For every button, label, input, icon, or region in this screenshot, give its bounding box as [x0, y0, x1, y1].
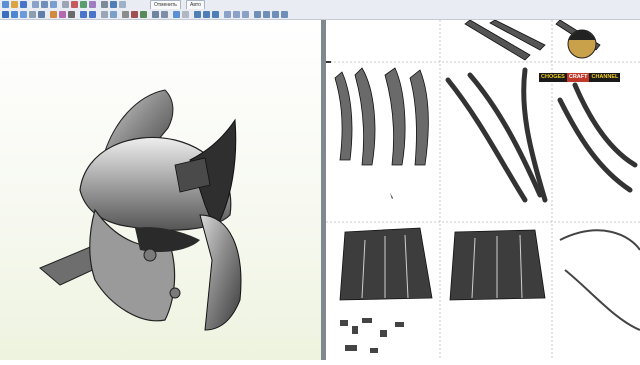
split-icon[interactable]	[80, 1, 87, 8]
new-file-icon[interactable]	[2, 1, 9, 8]
flip-icon[interactable]	[242, 11, 249, 18]
lock-icon[interactable]	[281, 11, 288, 18]
edge-icon[interactable]	[50, 11, 57, 18]
layout-icon[interactable]	[263, 11, 270, 18]
settings-icon[interactable]	[173, 11, 180, 18]
snap-icon[interactable]	[272, 11, 279, 18]
2d-pattern-pane[interactable]	[326, 20, 640, 360]
logo-word-3: CHANNEL	[589, 73, 621, 82]
rotate-icon[interactable]	[32, 1, 39, 8]
shading-icon[interactable]	[38, 11, 45, 18]
number-icon[interactable]	[131, 11, 138, 18]
view-3d-icon[interactable]	[2, 11, 9, 18]
logo-word-2: CRAFT	[566, 73, 590, 82]
3d-view-pane[interactable]	[0, 20, 321, 360]
view-2d-icon[interactable]	[11, 11, 18, 18]
select-icon[interactable]	[41, 1, 48, 8]
flap-icon[interactable]	[89, 1, 96, 8]
helmet-3d-model	[39, 89, 242, 331]
save-icon[interactable]	[20, 1, 27, 8]
redo-icon[interactable]	[89, 11, 96, 18]
cut-icon[interactable]	[101, 1, 108, 8]
fold-icon[interactable]	[119, 1, 126, 8]
page-icon[interactable]	[254, 11, 261, 18]
export-icon[interactable]	[161, 11, 168, 18]
secondary-toolbar	[0, 9, 640, 20]
tab-icon[interactable]	[140, 11, 147, 18]
grid-icon[interactable]	[110, 11, 117, 18]
zoom-icon[interactable]	[50, 1, 57, 8]
zoom-in-icon[interactable]	[194, 11, 201, 18]
pattern-pieces	[326, 20, 640, 360]
link-icon[interactable]	[110, 1, 117, 8]
channel-logo-text: CHOGES CRAFT CHANNEL	[539, 73, 621, 82]
join-icon[interactable]	[71, 1, 78, 8]
wireframe-icon[interactable]	[29, 11, 36, 18]
channel-logo-icon	[567, 29, 597, 59]
undo-icon[interactable]	[80, 11, 87, 18]
fit-view-icon[interactable]	[212, 11, 219, 18]
align-icon[interactable]	[233, 11, 240, 18]
mirror-icon[interactable]	[101, 11, 108, 18]
measure-icon[interactable]	[122, 11, 129, 18]
zoom-out-icon[interactable]	[203, 11, 210, 18]
open-folder-icon[interactable]	[11, 1, 18, 8]
logo-word-1: CHOGES	[539, 73, 567, 82]
arrange-icon[interactable]	[224, 11, 231, 18]
texture-icon[interactable]	[20, 11, 27, 18]
print-icon[interactable]	[152, 11, 159, 18]
face-icon[interactable]	[59, 11, 66, 18]
help-icon[interactable]	[182, 11, 189, 18]
text-icon[interactable]	[68, 11, 75, 18]
move-icon[interactable]	[62, 1, 69, 8]
